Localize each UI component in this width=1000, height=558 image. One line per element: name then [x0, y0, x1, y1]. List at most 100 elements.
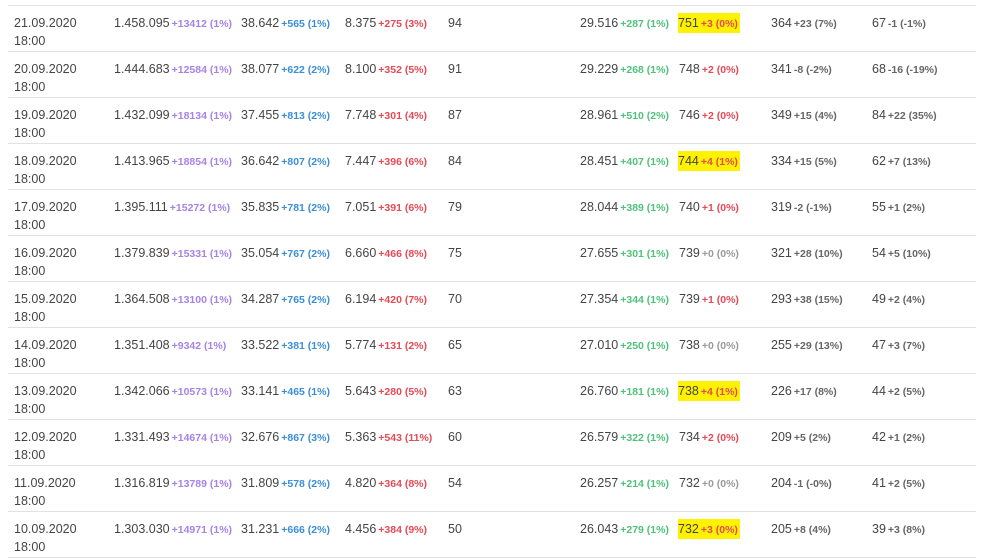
- cell-delta: +396 (6%): [378, 156, 428, 168]
- cell-delta: +15331 (1%): [171, 248, 233, 260]
- time-text: 18:00: [14, 264, 46, 278]
- date-cell: 11.09.2020 18:00: [14, 474, 76, 510]
- cell-delta: +578 (2%): [281, 478, 330, 490]
- cell-value: 1.342.066: [114, 384, 170, 398]
- value-cell-c2: 38.077 +622 (2%): [241, 61, 330, 78]
- cell-delta: +181 (1%): [620, 386, 669, 398]
- cell-delta: +466 (8%): [378, 248, 428, 260]
- value-cell-c2: 32.676 +867 (3%): [241, 429, 330, 446]
- cell-value: 60: [448, 430, 462, 444]
- date-cell: 12.09.2020 18:00: [14, 428, 77, 464]
- cell-delta: +364 (8%): [378, 478, 428, 490]
- cell-value: 54: [448, 476, 462, 490]
- cell-value: 35.835: [241, 200, 280, 214]
- value-cell-c4: 91: [448, 61, 462, 77]
- cell-delta: +15 (5%): [793, 156, 837, 168]
- cell-delta: +23 (7%): [793, 18, 837, 30]
- date-text: 12.09.2020: [14, 430, 77, 444]
- cell-delta: +10573 (1%): [171, 386, 233, 398]
- cell-value: 739: [679, 246, 700, 260]
- cell-value: 204: [771, 476, 792, 490]
- value-cell-c1: 1.395.111 +15272 (1%): [114, 199, 230, 216]
- value-cell-c5: 28.044 +389 (1%): [580, 199, 669, 216]
- cell-value: 209: [771, 430, 792, 444]
- table-row: 21.09.2020 18:00 1.458.095 +13412 (1%) 38.64…: [8, 6, 976, 52]
- cell-value: 79: [448, 200, 462, 214]
- cell-value: 319: [771, 200, 792, 214]
- value-cell-c3: 4.456 +384 (9%): [345, 521, 427, 538]
- value-cell-c5: 28.961 +510 (2%): [580, 107, 669, 124]
- highlight-mark: 751 +3 (0%): [678, 13, 740, 33]
- cell-delta: +1 (0%): [701, 294, 739, 306]
- cell-value: 27.010: [580, 338, 619, 352]
- cell-delta: +1 (2%): [887, 432, 925, 444]
- cell-value: 6.660: [345, 246, 377, 260]
- cell-delta: +13412 (1%): [171, 18, 233, 30]
- value-cell-c3: 7.447 +396 (6%): [345, 153, 427, 170]
- cell-delta: +3 (0%): [700, 524, 738, 536]
- value-cell-c7: 341 -8 (-2%): [771, 61, 832, 78]
- cell-value: 84: [872, 108, 886, 122]
- value-cell-c4: 94: [448, 15, 462, 31]
- value-cell-c1: 1.342.066 +10573 (1%): [114, 383, 232, 400]
- cell-delta: -16 (-19%): [887, 64, 938, 76]
- cell-value: 68: [872, 62, 886, 76]
- value-cell-c4: 75: [448, 245, 462, 261]
- time-text: 18:00: [14, 494, 46, 508]
- value-cell-c3: 7.748 +301 (4%): [345, 107, 427, 124]
- cell-delta: +391 (6%): [378, 202, 428, 214]
- cell-delta: +813 (2%): [281, 110, 330, 122]
- cell-value: 33.141: [241, 384, 280, 398]
- cell-value: 4.820: [345, 476, 377, 490]
- value-cell-c7: 321 +28 (10%): [771, 245, 843, 262]
- cell-value: 1.395.111: [114, 200, 168, 214]
- time-text: 18:00: [14, 172, 46, 186]
- date-text: 13.09.2020: [14, 384, 77, 398]
- value-cell-c3: 5.363 +543 (11%): [345, 429, 432, 446]
- cell-delta: +565 (1%): [281, 18, 330, 30]
- cell-value: 34.287: [241, 292, 280, 306]
- date-cell: 15.09.2020 18:00: [14, 290, 77, 326]
- cell-value: 1.432.099: [114, 108, 170, 122]
- cell-delta: +344 (1%): [620, 294, 669, 306]
- value-cell-c5: 27.655 +301 (1%): [580, 245, 669, 262]
- value-cell-c2: 31.809 +578 (2%): [241, 475, 330, 492]
- cell-value: 738: [679, 338, 700, 352]
- value-cell-c2: 38.642 +565 (1%): [241, 15, 330, 32]
- table-row: 18.09.2020 18:00 1.413.965 +18854 (1%) 36.64…: [8, 144, 976, 190]
- value-cell-c6: 744 +4 (1%): [678, 151, 740, 171]
- cell-delta: +13789 (1%): [171, 478, 233, 490]
- cell-value: 748: [679, 62, 700, 76]
- value-cell-c5: 28.451 +407 (1%): [580, 153, 669, 170]
- cell-delta: +29 (13%): [793, 340, 843, 352]
- date-text: 16.09.2020: [14, 246, 77, 260]
- value-cell-c1: 1.351.408 +9342 (1%): [114, 337, 226, 354]
- value-cell-c4: 79: [448, 199, 462, 215]
- cell-value: 29.229: [580, 62, 619, 76]
- value-cell-c4: 87: [448, 107, 462, 123]
- value-cell-c8: 55 +1 (2%): [872, 199, 925, 216]
- cell-value: 47: [872, 338, 886, 352]
- cell-delta: +14674 (1%): [171, 432, 233, 444]
- cell-value: 62: [872, 154, 886, 168]
- cell-value: 26.579: [580, 430, 619, 444]
- value-cell-c2: 37.455 +813 (2%): [241, 107, 330, 124]
- value-cell-c6: 739 +1 (0%): [679, 291, 739, 308]
- cell-value: 26.257: [580, 476, 619, 490]
- value-cell-c1: 1.316.819 +13789 (1%): [114, 475, 232, 492]
- cell-delta: +4 (1%): [700, 386, 738, 398]
- value-cell-c6: 751 +3 (0%): [678, 13, 740, 33]
- cell-delta: +18134 (1%): [171, 110, 233, 122]
- value-cell-c2: 33.141 +465 (1%): [241, 383, 330, 400]
- cell-delta: +767 (2%): [281, 248, 330, 260]
- cell-delta: +268 (1%): [620, 64, 669, 76]
- cell-value: 1.379.839: [114, 246, 170, 260]
- value-cell-c6: 740 +1 (0%): [679, 199, 739, 216]
- cell-value: 39: [872, 522, 886, 536]
- cell-delta: +214 (1%): [620, 478, 669, 490]
- value-cell-c6: 748 +2 (0%): [679, 61, 739, 78]
- cell-delta: -8 (-2%): [793, 64, 832, 76]
- value-cell-c6: 738 +0 (0%): [679, 337, 739, 354]
- table-row: 10.09.2020 18:00 1.303.030 +14971 (1%) 31.23…: [8, 512, 976, 558]
- value-cell-c6: 732 +0 (0%): [679, 475, 739, 492]
